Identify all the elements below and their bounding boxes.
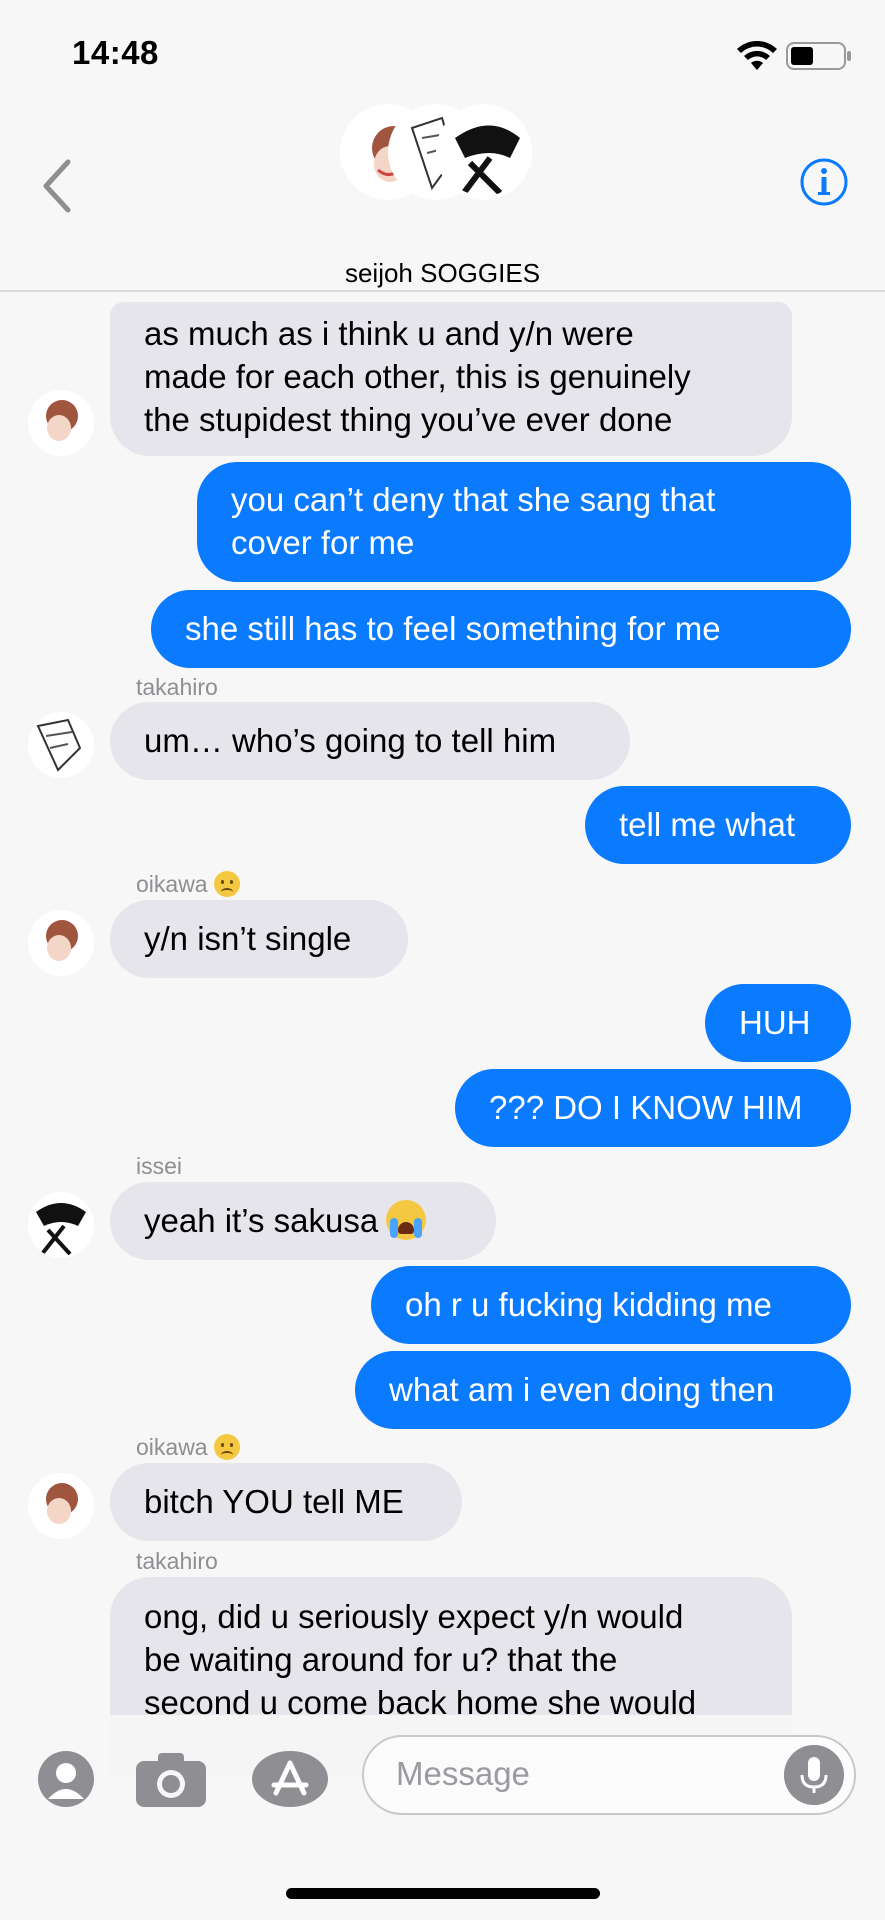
- message-bubble-outgoing[interactable]: you can’t deny that she sang that cover …: [197, 462, 851, 582]
- message-bubble-incoming[interactable]: y/n isn’t single: [110, 900, 408, 978]
- frowning-face-icon: [213, 871, 240, 897]
- message-bubble-outgoing[interactable]: HUH: [705, 984, 851, 1062]
- camera-icon[interactable]: [134, 1749, 208, 1809]
- memoji-icon[interactable]: [36, 1749, 96, 1809]
- message-line: you can’t deny that she sang that: [231, 481, 716, 518]
- message-bubble-outgoing[interactable]: ??? DO I KNOW HIM: [455, 1069, 851, 1147]
- app-store-icon[interactable]: [250, 1749, 330, 1809]
- group-name[interactable]: seijoh SOGGIES: [0, 258, 885, 289]
- message-text: yeah it’s sakusa: [144, 1202, 379, 1239]
- home-indicator[interactable]: [286, 1888, 600, 1899]
- header-divider: [0, 290, 885, 292]
- frowning-face-icon: [213, 1434, 240, 1460]
- conversation-header: seijoh SOGGIES: [0, 100, 885, 290]
- message-bubble-incoming[interactable]: um… who’s going to tell him: [110, 702, 630, 780]
- loudly-crying-face-icon: [386, 1200, 427, 1240]
- message-bubble-incoming[interactable]: yeah it’s sakusa: [110, 1182, 496, 1260]
- message-line: ong, did u seriously expect y/n would: [144, 1598, 684, 1635]
- sender-avatar: [28, 1192, 94, 1258]
- message-input[interactable]: Message: [362, 1735, 856, 1815]
- battery-icon: [786, 42, 851, 70]
- message-bubble-outgoing[interactable]: oh r u fucking kidding me: [371, 1266, 851, 1344]
- sender-name: takahiro: [136, 674, 218, 700]
- message-line: as much as i think u and y/n were: [144, 315, 634, 352]
- message-line: the stupidest thing you’ve ever done: [144, 401, 673, 438]
- message-composer: Message: [0, 1725, 885, 1835]
- sender-name-text: oikawa: [136, 871, 208, 897]
- sender-avatar: [28, 712, 94, 778]
- status-bar: 14:48: [0, 0, 885, 100]
- message-line: cover for me: [231, 524, 415, 561]
- message-bubble-outgoing[interactable]: tell me what: [585, 786, 851, 864]
- sender-avatar: [28, 910, 94, 976]
- group-avatar-3: [436, 104, 532, 200]
- microphone-icon[interactable]: [784, 1745, 844, 1805]
- message-placeholder: Message: [396, 1755, 530, 1792]
- message-line: be waiting around for u? that the: [144, 1641, 618, 1678]
- wifi-icon: [737, 41, 777, 70]
- sender-avatar: [28, 390, 94, 456]
- back-chevron-icon[interactable]: [38, 156, 78, 216]
- message-line: made for each other, this is genuinely: [144, 358, 691, 395]
- sender-name: oikawa: [136, 1434, 240, 1461]
- sender-name: issei: [136, 1153, 183, 1179]
- sender-name-text: oikawa: [136, 1434, 208, 1460]
- sender-avatar: [28, 1473, 94, 1539]
- message-bubble-incoming[interactable]: as much as i think u and y/n were made f…: [110, 302, 792, 456]
- message-bubble-outgoing[interactable]: she still has to feel something for me: [151, 590, 851, 668]
- message-bubble-outgoing[interactable]: what am i even doing then: [355, 1351, 851, 1429]
- sender-name: takahiro: [136, 1548, 218, 1574]
- group-avatars[interactable]: [340, 104, 532, 200]
- clock: 14:48: [72, 34, 159, 71]
- info-icon[interactable]: [799, 157, 849, 207]
- message-bubble-incoming[interactable]: bitch YOU tell ME: [110, 1463, 462, 1541]
- sender-name: oikawa: [136, 871, 240, 898]
